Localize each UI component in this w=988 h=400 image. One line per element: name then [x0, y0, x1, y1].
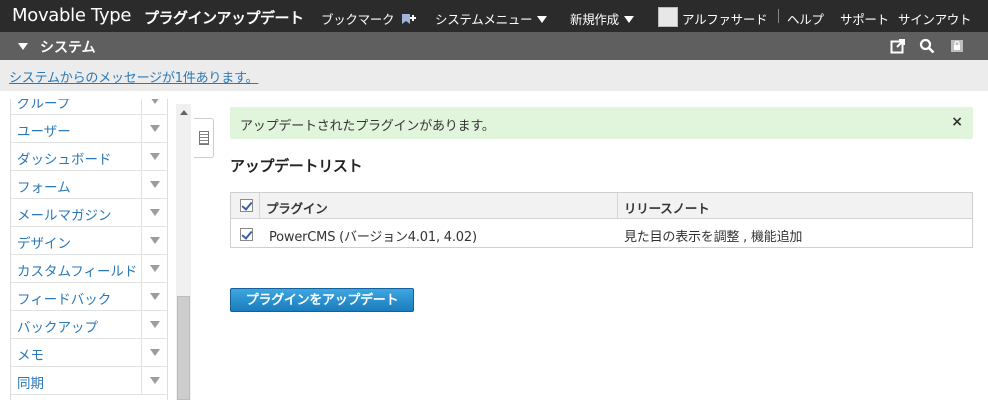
support-link[interactable]: サポート [840, 9, 889, 28]
update-alert: アップデートされたプラグインがあります。 × [230, 107, 973, 139]
sidebar-expand-button[interactable] [141, 255, 167, 282]
scroll-up-icon[interactable] [180, 110, 188, 115]
column-header-plugin[interactable]: プラグイン [266, 198, 328, 217]
chevron-down-icon [150, 293, 160, 300]
column-header-release-notes[interactable]: リリースノート [624, 198, 710, 217]
select-all-checkbox[interactable] [240, 199, 253, 212]
chevron-down-icon [150, 153, 160, 160]
sidebar-item-sync[interactable]: 同期 [11, 367, 167, 395]
new-create-menu[interactable]: 新規作成 [570, 9, 634, 28]
system-menu[interactable]: システムメニュー [435, 9, 548, 28]
sidebar-expand-button[interactable] [141, 199, 167, 226]
sidebar-expand-button[interactable] [141, 99, 167, 114]
lock-icon[interactable] [949, 38, 965, 54]
chevron-down-icon [150, 237, 160, 244]
sidebar-scrollbar[interactable] [176, 104, 191, 400]
sidebar-item-label: メールマガジン [17, 208, 112, 224]
system-label[interactable]: システム [40, 37, 96, 57]
system-message-link[interactable]: システムからのメッセージが1件あります。 [9, 67, 259, 86]
external-link-icon[interactable] [890, 38, 906, 54]
chevron-down-icon [150, 321, 160, 328]
sidebar-item-custom-field[interactable]: カスタムフィールド [11, 255, 167, 283]
sidebar-item-dashboard[interactable]: ダッシュボード [11, 143, 167, 171]
sidebar-item-label: グループ [17, 99, 71, 112]
brand-logo[interactable]: Movable Type [12, 5, 132, 26]
chevron-down-icon [150, 377, 160, 384]
avatar[interactable] [658, 7, 678, 27]
chevron-down-icon [537, 16, 548, 23]
bookmark-add-icon [401, 14, 416, 24]
sidebar-expand-button[interactable] [141, 171, 167, 198]
sidebar-item-group[interactable]: グループ [11, 99, 167, 115]
search-icon[interactable] [919, 38, 935, 54]
update-plugins-button[interactable]: プラグインをアップデート [230, 288, 414, 312]
new-create-label: 新規作成 [570, 12, 619, 27]
sidebar-expand-button[interactable] [141, 227, 167, 254]
sidebar-item-label: デザイン [17, 236, 71, 252]
update-list-heading: アップデートリスト [230, 157, 363, 175]
chevron-down-icon [150, 349, 160, 356]
close-icon[interactable]: × [951, 114, 963, 130]
plugin-name-cell: PowerCMS (バージョン4.01, 4.02) [269, 230, 477, 245]
column-divider [617, 193, 618, 219]
table-header [231, 193, 972, 219]
sidebar-item-backup[interactable]: バックアップ [11, 311, 167, 339]
top-bar: Movable Type プラグインアップデート ブックマーク システムメニュー… [0, 0, 988, 32]
sidebar-item-label: フォーム [17, 180, 71, 196]
sidebar-expand-button[interactable] [141, 143, 167, 170]
alert-message: アップデートされたプラグインがあります。 [240, 119, 495, 134]
sidebar-item-label: 同期 [17, 376, 44, 392]
sidebar-item-feedback[interactable]: フィードバック [11, 283, 167, 311]
signout-link[interactable]: サインアウト [898, 9, 972, 28]
collapse-toggle-icon[interactable] [18, 43, 28, 50]
chevron-down-icon [150, 99, 160, 104]
chevron-down-icon [150, 125, 160, 132]
sidebar-item-mail-magazine[interactable]: メールマガジン [11, 199, 167, 227]
page-title: プラグインアップデート [144, 9, 304, 27]
divider [778, 9, 779, 23]
sidebar-expand-button[interactable] [141, 367, 167, 394]
system-menu-label: システムメニュー [435, 12, 533, 27]
row-checkbox[interactable] [240, 228, 253, 241]
help-link[interactable]: ヘルプ [787, 9, 824, 28]
chevron-down-icon [150, 209, 160, 216]
sidebar-item-design[interactable]: デザイン [11, 227, 167, 255]
sidebar-item-label: バックアップ [17, 320, 98, 336]
scrollbar-thumb[interactable] [177, 296, 190, 400]
chevron-down-icon [150, 181, 160, 188]
sidebar-expand-button[interactable] [141, 283, 167, 310]
sidebar-expand-button[interactable] [141, 311, 167, 338]
sidebar-item-label: ダッシュボード [17, 152, 112, 168]
column-divider [259, 193, 260, 219]
menu-grid-icon [199, 131, 209, 145]
user-name-link[interactable]: アルファサード [682, 9, 768, 28]
sidebar-item-label: カスタムフィールド [17, 264, 138, 280]
sidebar-item-memo[interactable]: メモ [11, 339, 167, 367]
release-notes-cell: 見た目の表示を調整 , 機能追加 [624, 230, 803, 245]
chevron-down-icon [623, 16, 634, 23]
sidebar-item-label: ユーザー [17, 124, 71, 140]
sidebar-menu: グループ ユーザー ダッシュボード フォーム メールマガジン デザイン カスタム… [10, 99, 168, 400]
sidebar-expand-button[interactable] [141, 339, 167, 366]
sidebar-item-form[interactable]: フォーム [11, 171, 167, 199]
update-table: プラグイン リリースノート PowerCMS (バージョン4.01, 4.02)… [230, 192, 973, 248]
sidebar-item-label: フィードバック [17, 292, 112, 308]
bookmark-menu[interactable]: ブックマーク [321, 9, 416, 28]
sidebar-expand-button[interactable] [141, 115, 167, 142]
sidebar-collapse-tab[interactable] [194, 118, 214, 158]
sidebar-item-users[interactable]: ユーザー [11, 115, 167, 143]
bookmark-label: ブックマーク [321, 12, 395, 27]
message-bar: システムからのメッセージが1件あります。 [0, 60, 988, 91]
chevron-down-icon [150, 265, 160, 272]
sidebar-item-label: メモ [17, 348, 44, 364]
system-bar: システム [0, 32, 988, 60]
